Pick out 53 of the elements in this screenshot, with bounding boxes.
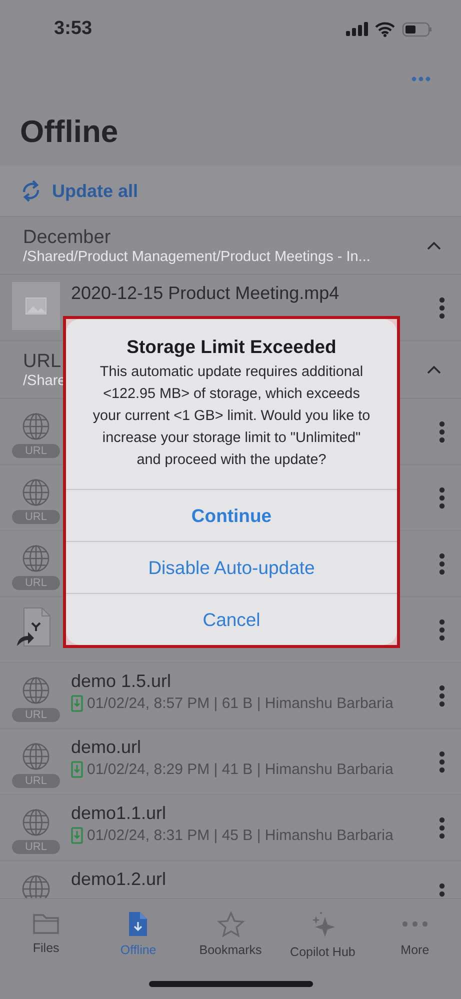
more-options-icon[interactable] (439, 882, 445, 898)
chevron-up-icon[interactable] (427, 241, 441, 250)
tab-item[interactable]: More (368, 899, 461, 999)
downloaded-icon (71, 761, 83, 778)
globe-icon (21, 676, 51, 704)
alert-title: Storage Limit Exceeded (126, 336, 338, 358)
globe-icon (21, 478, 51, 506)
more-options-icon[interactable] (439, 552, 445, 574)
file-name[interactable]: demo1.2.url (71, 869, 439, 890)
chevron-up-icon[interactable] (427, 365, 441, 374)
more-options-icon[interactable] (439, 750, 445, 772)
battery-icon (402, 22, 433, 36)
image-thumbnail-icon (12, 282, 60, 330)
globe-icon (21, 808, 51, 836)
globe-icon (21, 412, 51, 440)
alert-message: This automatic update requires additional <122.95 MB> of storage, which exceeds your current <1 GB> limit. Would you like to increase your storage limit to "Unlimited" and proceed with the update? (92, 363, 371, 470)
more-options-icon[interactable] (439, 296, 445, 318)
file-name[interactable]: demo 1.5.url (71, 671, 439, 692)
more-options-icon[interactable] (439, 486, 445, 508)
tab-item[interactable]: Copilot Hub (276, 899, 369, 999)
tab-item[interactable]: Bookmarks (184, 899, 277, 999)
globe-icon (21, 544, 51, 572)
downloaded-icon (71, 827, 83, 844)
update-all-button[interactable]: Update all (0, 166, 461, 217)
section-path: /Shared/Product Management/Product Meetings - In... (23, 248, 370, 264)
file-name[interactable]: demo.url (71, 737, 439, 758)
wifi-icon (375, 22, 395, 36)
more-options-icon[interactable] (439, 684, 445, 706)
alert-button[interactable]: Continue (66, 489, 397, 541)
download-document-icon (128, 911, 148, 937)
status-time: 3:53 (54, 18, 92, 40)
file-name[interactable]: demo1.1.url (71, 803, 439, 824)
more-options-icon[interactable] (439, 618, 445, 640)
tab-item[interactable]: Files (0, 899, 92, 999)
file-details: 01/02/24, 8:29 PM | 41 B | Himanshu Barbaria (87, 761, 394, 778)
alert-button[interactable]: Cancel (66, 593, 397, 645)
globe-icon (21, 874, 51, 898)
refresh-icon (20, 179, 42, 203)
folder-icon (32, 911, 60, 935)
star-icon (216, 911, 244, 937)
more-icon (402, 921, 428, 927)
file-details: 01/02/24, 8:31 PM | 45 B | Himanshu Barbaria (87, 827, 394, 844)
file-details: 01/02/24, 8:57 PM | 61 B | Himanshu Barbaria (87, 695, 394, 712)
page-title: Offline (19, 113, 120, 151)
more-options-icon[interactable] (439, 420, 445, 442)
section-title: December (23, 226, 111, 248)
alert-button[interactable]: Disable Auto-update (66, 541, 397, 593)
signal-icon (346, 22, 368, 36)
section-title: URL (23, 350, 62, 372)
file-name[interactable]: 2020-12-15 Product Meeting.mp4 (71, 283, 439, 304)
downloaded-icon (71, 695, 83, 712)
globe-icon (21, 742, 51, 770)
more-options-icon[interactable] (439, 816, 445, 838)
